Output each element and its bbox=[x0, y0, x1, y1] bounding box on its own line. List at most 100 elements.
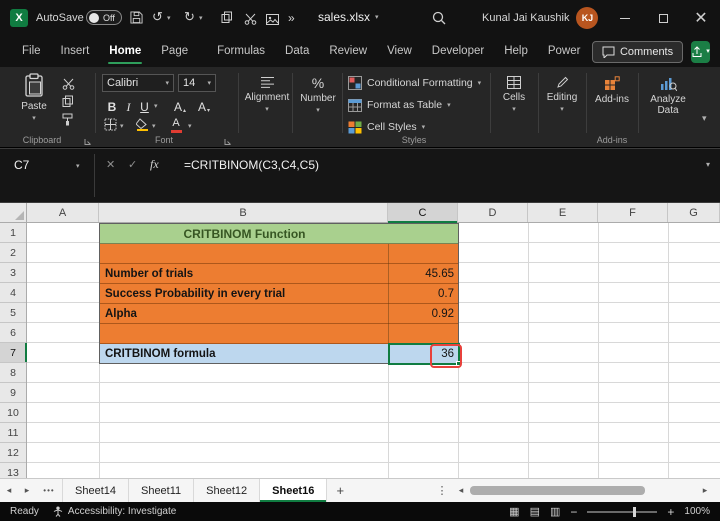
tab-help[interactable]: Help bbox=[494, 36, 538, 67]
format-painter-button[interactable] bbox=[62, 113, 73, 131]
comments-button[interactable]: Comments bbox=[591, 40, 684, 63]
sheet-tab-sheet12[interactable]: Sheet12 bbox=[194, 479, 261, 502]
column-header-f[interactable]: F bbox=[598, 203, 668, 222]
fill-color-button[interactable] bbox=[135, 118, 149, 136]
tab-data[interactable]: Data bbox=[275, 36, 319, 67]
cell-b3[interactable]: Number of trials bbox=[100, 264, 389, 284]
cell-b5[interactable]: Alpha bbox=[100, 304, 389, 324]
copy-icon[interactable] bbox=[221, 11, 233, 29]
row-header-1[interactable]: 1 bbox=[0, 223, 26, 243]
copy-button[interactable] bbox=[62, 95, 74, 113]
row-header-12[interactable]: 12 bbox=[0, 443, 26, 463]
enter-icon[interactable]: ✓ bbox=[128, 158, 137, 171]
page-break-view-icon[interactable]: ▥ bbox=[550, 505, 560, 518]
search-icon[interactable] bbox=[432, 11, 446, 30]
cells-button[interactable]: Cells ▾ bbox=[494, 76, 534, 113]
tab-file[interactable]: File bbox=[12, 36, 51, 67]
document-title[interactable]: sales.xlsx ▾ bbox=[318, 10, 379, 24]
share-button[interactable]: ▾ bbox=[691, 40, 710, 63]
sheet-tab-sheet14[interactable]: Sheet14 bbox=[62, 479, 129, 502]
cell-c5[interactable]: 0.92 bbox=[389, 304, 458, 324]
add-sheet-button[interactable]: + bbox=[327, 479, 353, 502]
font-size-select[interactable]: 14 ▾ bbox=[178, 74, 216, 92]
grid-body[interactable]: CRITBINOM Function Number of trials 45.6… bbox=[27, 223, 720, 478]
tab-review[interactable]: Review bbox=[319, 36, 377, 67]
decrease-font-size-button[interactable]: A ▾ bbox=[194, 96, 214, 114]
cell-c3[interactable]: 45.65 bbox=[389, 264, 458, 284]
zoom-slider-thumb[interactable] bbox=[633, 506, 637, 517]
add-ins-button[interactable]: Add-ins bbox=[590, 76, 634, 105]
formula-input[interactable]: =CRITBINOM(C3,C4,C5) bbox=[184, 158, 319, 172]
minimize-button[interactable] bbox=[606, 0, 644, 36]
row-header-10[interactable]: 10 bbox=[0, 403, 26, 423]
scroll-left-icon[interactable]: ◂ bbox=[452, 485, 470, 496]
cell-styles-button[interactable]: Cell Styles ▾ bbox=[348, 118, 425, 136]
analyze-data-button[interactable]: Analyze Data bbox=[642, 76, 694, 116]
cell-b7[interactable]: CRITBINOM formula bbox=[100, 344, 389, 364]
picture-icon[interactable] bbox=[266, 12, 279, 30]
row-header-4[interactable]: 4 bbox=[0, 283, 26, 303]
conditional-formatting-button[interactable]: Conditional Formatting ▾ bbox=[348, 74, 481, 92]
tab-insert[interactable]: Insert bbox=[51, 36, 100, 67]
name-box-dropdown-icon[interactable]: ▾ bbox=[76, 163, 80, 170]
row-header-8[interactable]: 8 bbox=[0, 363, 26, 383]
underline-button[interactable]: U bbox=[137, 96, 152, 114]
autosave-toggle[interactable]: Off bbox=[86, 10, 122, 25]
row-header-9[interactable]: 9 bbox=[0, 383, 26, 403]
excel-app-icon[interactable]: X bbox=[10, 9, 28, 27]
qat-overflow-icon[interactable]: » bbox=[288, 11, 295, 25]
font-name-select[interactable]: Calibri ▾ bbox=[102, 74, 174, 92]
column-header-e[interactable]: E bbox=[528, 203, 598, 222]
italic-button[interactable]: I bbox=[122, 96, 135, 114]
scrollbar-track[interactable] bbox=[470, 485, 696, 496]
horizontal-scrollbar[interactable]: ◂ ▸ bbox=[452, 479, 720, 502]
editing-button[interactable]: Editing ▾ bbox=[542, 76, 582, 113]
page-layout-view-icon[interactable]: ▤ bbox=[530, 505, 540, 518]
undo-icon[interactable]: ↺ bbox=[152, 10, 163, 23]
row-header-2[interactable]: 2 bbox=[0, 243, 26, 263]
row-header-7[interactable]: 7 bbox=[0, 343, 27, 363]
undo-dropdown-icon[interactable]: ▾ bbox=[167, 15, 171, 22]
zoom-out-icon[interactable]: − bbox=[570, 505, 577, 519]
tab-power-pivot[interactable]: Power Pivot bbox=[538, 36, 592, 88]
underline-dropdown-icon[interactable]: ▾ bbox=[154, 103, 158, 110]
borders-button[interactable] bbox=[104, 118, 117, 136]
save-icon[interactable] bbox=[130, 11, 143, 29]
tab-page-layout[interactable]: Page Layout bbox=[151, 36, 207, 88]
cut-icon[interactable] bbox=[244, 12, 257, 30]
zoom-slider[interactable] bbox=[587, 506, 658, 517]
close-button[interactable]: ✕ bbox=[682, 0, 720, 36]
tab-home[interactable]: Home bbox=[99, 36, 151, 67]
zoom-level[interactable]: 100% bbox=[684, 506, 710, 517]
row-header-5[interactable]: 5 bbox=[0, 303, 26, 323]
bold-button[interactable]: B bbox=[104, 96, 120, 114]
format-as-table-button[interactable]: Format as Table ▾ bbox=[348, 96, 451, 114]
column-header-b[interactable]: B bbox=[99, 203, 388, 222]
cancel-icon[interactable]: ✕ bbox=[106, 158, 115, 171]
sheet-tab-sheet11[interactable]: Sheet11 bbox=[129, 479, 195, 502]
select-all-corner[interactable] bbox=[0, 203, 27, 222]
name-box[interactable]: C7 bbox=[14, 158, 29, 172]
scroll-right-icon[interactable]: ▸ bbox=[696, 485, 714, 496]
alignment-button[interactable]: Alignment ▾ bbox=[244, 76, 290, 113]
sheet-nav-left-icon[interactable]: ◂ bbox=[0, 479, 18, 502]
borders-dropdown-icon[interactable]: ▾ bbox=[120, 123, 124, 130]
column-header-d[interactable]: D bbox=[458, 203, 528, 222]
redo-icon[interactable]: ↻ bbox=[184, 10, 195, 23]
column-header-g[interactable]: G bbox=[668, 203, 720, 222]
tab-view[interactable]: View bbox=[377, 36, 422, 67]
scrollbar-thumb[interactable] bbox=[470, 486, 645, 495]
sheet-nav-right-icon[interactable]: ▸ bbox=[18, 479, 36, 502]
normal-view-icon[interactable]: ▦ bbox=[509, 505, 519, 518]
all-sheets-icon[interactable]: ••• bbox=[36, 479, 62, 502]
fill-color-dropdown-icon[interactable]: ▾ bbox=[152, 123, 156, 130]
redo-dropdown-icon[interactable]: ▾ bbox=[199, 15, 203, 22]
tab-developer[interactable]: Developer bbox=[422, 36, 494, 67]
maximize-button[interactable] bbox=[644, 0, 682, 36]
font-color-button[interactable]: A bbox=[168, 116, 184, 134]
row-header-13[interactable]: 13 bbox=[0, 463, 26, 479]
font-color-dropdown-icon[interactable]: ▾ bbox=[188, 123, 192, 130]
fx-icon[interactable]: fx bbox=[150, 157, 159, 172]
column-header-a[interactable]: A bbox=[27, 203, 99, 222]
number-button[interactable]: % Number ▾ bbox=[296, 76, 340, 114]
